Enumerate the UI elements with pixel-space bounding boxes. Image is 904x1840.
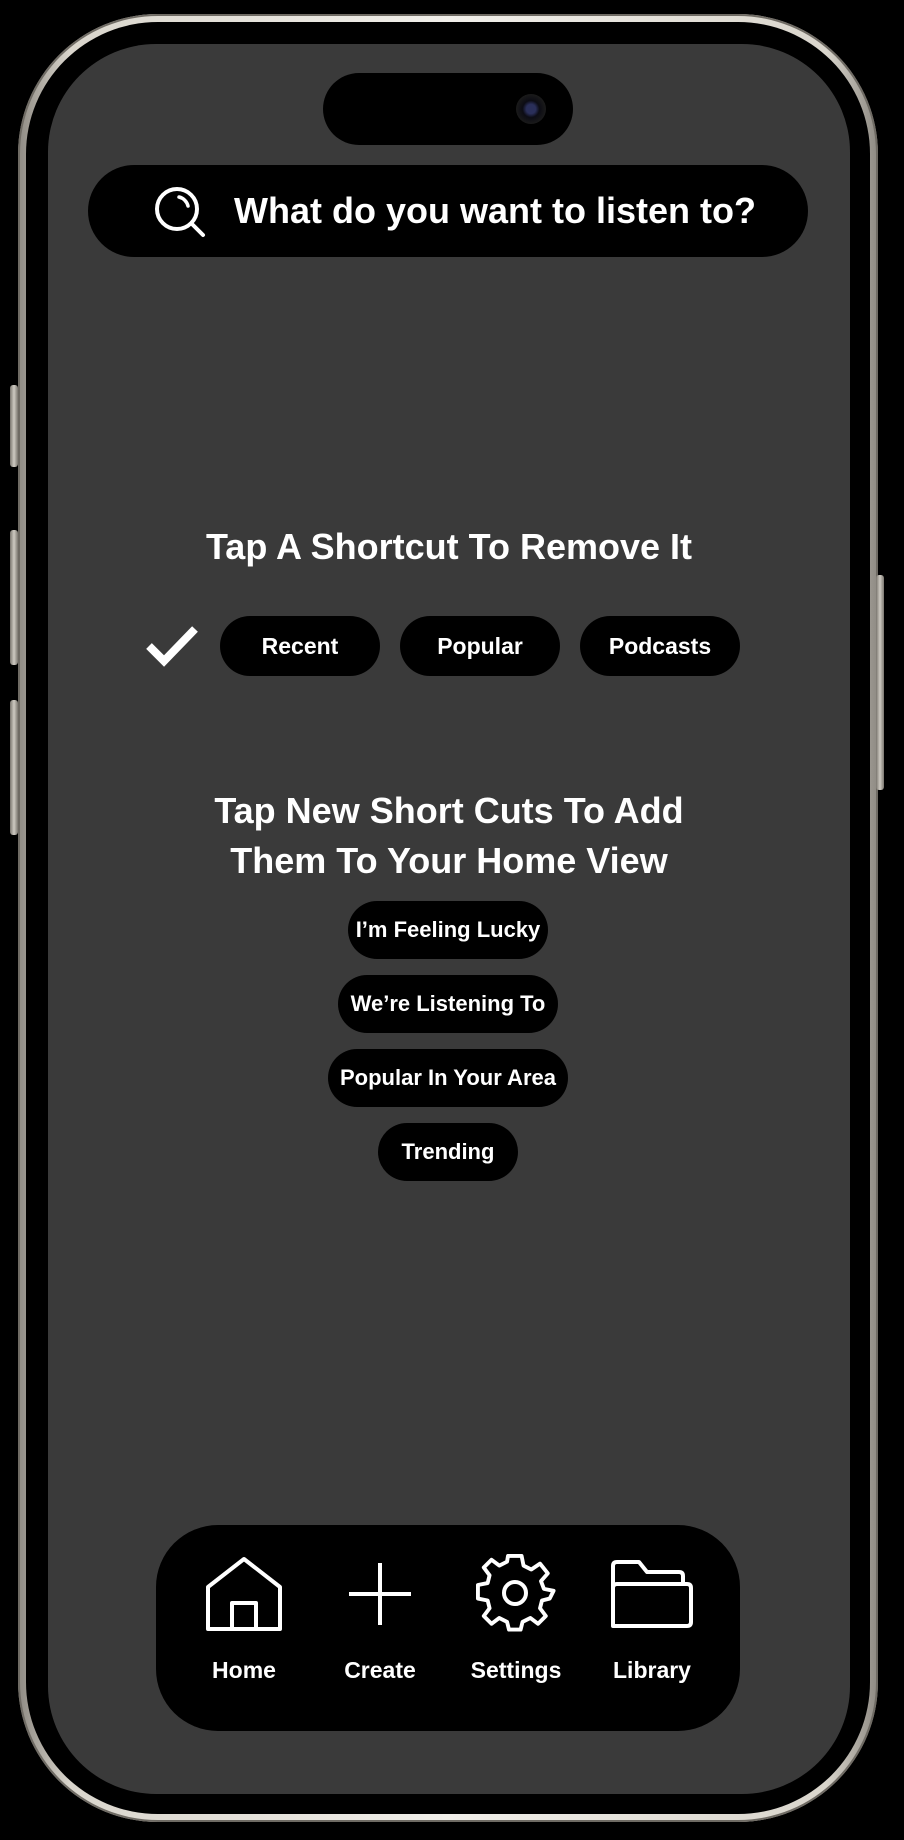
- power-button: [876, 575, 884, 790]
- search-input[interactable]: [234, 165, 774, 257]
- bottom-nav: Home Create Settings Library: [156, 1525, 740, 1731]
- dynamic-island: [323, 73, 573, 145]
- nav-settings[interactable]: Settings: [446, 1525, 586, 1731]
- search-icon: [155, 187, 205, 237]
- app-screen: Tap A Shortcut To Remove It Recent Popul…: [48, 44, 850, 1794]
- search-bar[interactable]: [88, 165, 808, 257]
- shortcut-were-listening-to[interactable]: We’re Listening To: [338, 975, 558, 1033]
- nav-create-label: Create: [344, 1657, 416, 1683]
- add-shortcut-heading-line2: Them To Your Home View: [230, 840, 668, 881]
- shortcut-popular[interactable]: Popular: [400, 616, 560, 676]
- checkmark-icon: [146, 626, 198, 667]
- plus-icon: [349, 1563, 411, 1625]
- folder-icon: [611, 1560, 693, 1628]
- nav-library[interactable]: Library: [582, 1525, 722, 1731]
- remove-shortcut-heading: Tap A Shortcut To Remove It: [205, 526, 693, 567]
- shortcut-feeling-lucky[interactable]: I’m Feeling Lucky: [348, 901, 548, 959]
- nav-home-label: Home: [212, 1657, 276, 1683]
- gear-icon: [476, 1554, 556, 1632]
- shortcut-recent[interactable]: Recent: [220, 616, 380, 676]
- volume-up-button: [10, 530, 18, 665]
- nav-create[interactable]: Create: [310, 1525, 450, 1731]
- nav-settings-label: Settings: [470, 1657, 562, 1683]
- shortcut-podcasts[interactable]: Podcasts: [580, 616, 740, 676]
- shortcut-popular-in-your-area[interactable]: Popular In Your Area: [328, 1049, 568, 1107]
- home-icon: [206, 1557, 282, 1631]
- front-camera: [516, 94, 546, 124]
- action-button: [10, 385, 18, 467]
- add-shortcut-heading-line1: Tap New Short Cuts To Add: [214, 790, 684, 831]
- volume-down-button: [10, 700, 18, 835]
- nav-library-label: Library: [613, 1657, 691, 1683]
- shortcut-trending[interactable]: Trending: [378, 1123, 518, 1181]
- nav-home[interactable]: Home: [174, 1525, 314, 1731]
